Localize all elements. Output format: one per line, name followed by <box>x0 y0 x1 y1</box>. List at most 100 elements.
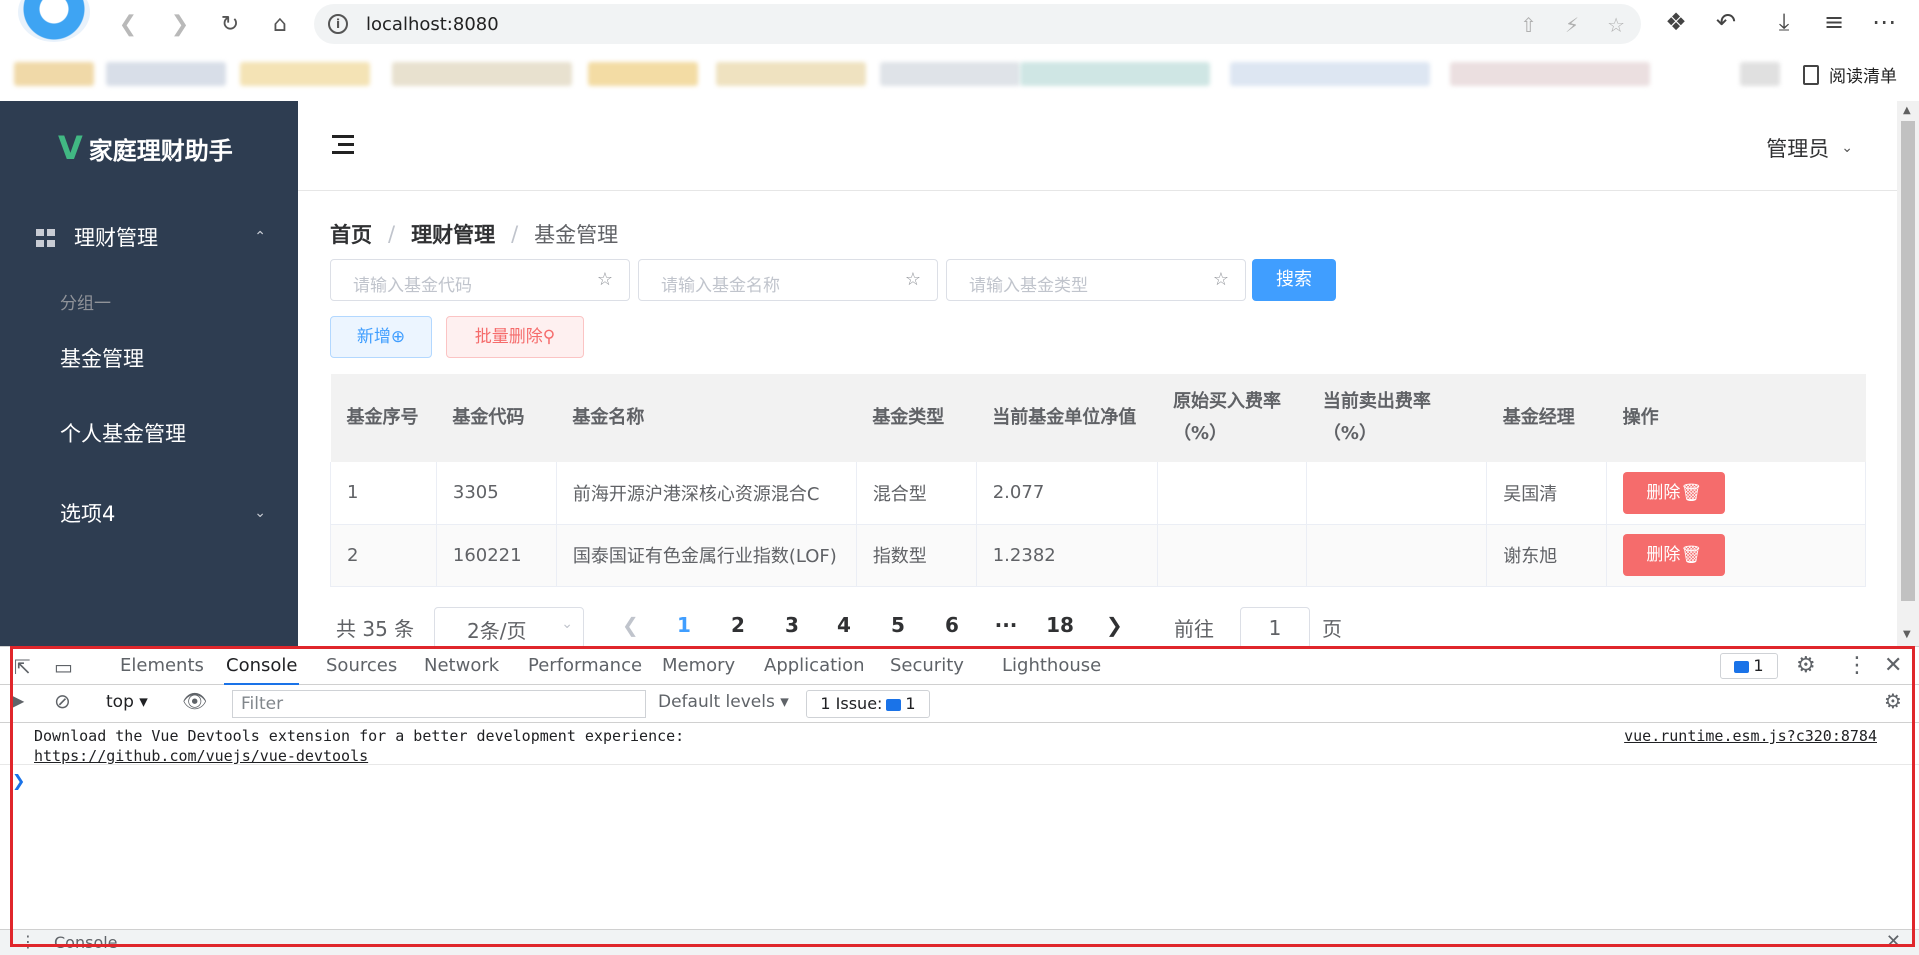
log-levels-select[interactable]: Default levels ▾ <box>658 692 789 712</box>
column-header[interactable]: 基金代码 <box>436 374 557 462</box>
back-icon[interactable]: ❮ <box>112 8 144 40</box>
context-select[interactable]: top ▾ <box>106 692 148 712</box>
search-button[interactable]: 搜索 <box>1252 259 1336 301</box>
inspect-element-icon[interactable]: ⇱ <box>14 655 31 679</box>
bookmark-blurred[interactable] <box>14 62 94 86</box>
tab-memory[interactable]: Memory <box>660 647 737 685</box>
clear-console-icon[interactable]: ⊘ <box>54 689 71 713</box>
bookmark-blurred[interactable] <box>392 62 572 86</box>
collapse-menu-icon[interactable] <box>332 135 354 155</box>
column-header[interactable]: 基金类型 <box>856 374 977 462</box>
bookmark-blurred[interactable] <box>880 62 1020 86</box>
reading-list[interactable]: 阅读清单 <box>1803 62 1897 87</box>
menu-finance-management[interactable]: 理财管理 ⌃ <box>0 207 298 267</box>
scroll-up-icon[interactable]: ▲ <box>1903 105 1911 116</box>
breadcrumb-finance[interactable]: 理财管理 <box>411 219 495 249</box>
fund-code-placeholder: 请输入基金代码 <box>353 276 472 296</box>
bookmark-blurred[interactable] <box>1740 62 1780 86</box>
forward-icon[interactable]: ❯ <box>164 8 196 40</box>
bookmark-blurred[interactable] <box>240 62 370 86</box>
console-prompt-icon[interactable]: ❯ <box>12 771 25 790</box>
bookmark-blurred[interactable] <box>106 62 226 86</box>
scrollbar-thumb[interactable] <box>1901 121 1915 601</box>
close-drawer-icon[interactable]: ✕ <box>1886 931 1901 952</box>
close-devtools-icon[interactable]: ✕ <box>1884 653 1902 678</box>
console-message-source[interactable]: vue.runtime.esm.js?c320:8784 <box>1624 727 1877 745</box>
sidebar-toggle-icon[interactable]: ▶ <box>12 691 24 710</box>
delete-button[interactable]: 删除🗑 <box>1623 534 1726 576</box>
issues-button[interactable]: 1 Issue: 1 <box>806 690 930 718</box>
pagination: 共 35 条 2条/页 ⌄ ❮ 1 2 3 4 5 6 ··· 18 ❯ 前往 … <box>336 607 1736 649</box>
console-filter-input[interactable]: Filter <box>232 690 646 718</box>
user-dropdown[interactable]: 管理员 ⌄ <box>1766 133 1853 163</box>
page-size-select[interactable]: 2条/页 ⌄ <box>434 607 584 649</box>
sidebar-item-personal-fund[interactable]: 个人基金管理 <box>0 403 298 463</box>
more-menu-icon[interactable]: ⋯ <box>1868 8 1900 36</box>
column-header[interactable]: 基金序号 <box>330 374 437 462</box>
goto-page-input[interactable]: 1 <box>1240 607 1310 649</box>
page-number[interactable]: 18 <box>1040 613 1080 637</box>
column-header[interactable]: 基金名称 <box>556 374 857 462</box>
page-number[interactable]: 6 <box>932 613 972 637</box>
drawer-label[interactable]: Console <box>54 933 118 952</box>
tab-performance[interactable]: Performance <box>526 647 644 685</box>
batch-delete-button[interactable]: 批量删除⚲ <box>446 316 584 358</box>
undo-icon[interactable]: ↶ <box>1710 8 1742 36</box>
vue-logo-icon: V <box>58 129 83 167</box>
download-icon[interactable]: ⤓ <box>1768 8 1800 36</box>
tab-elements[interactable]: Elements <box>118 647 206 685</box>
console-message-link[interactable]: https://github.com/vuejs/vue-devtools <box>34 747 368 765</box>
app-viewport: V 家庭理财助手 理财管理 ⌃ 分组一 基金管理 个人基金管理 选项4 ⌄ 管理… <box>0 101 1919 649</box>
share-icon[interactable]: ⇧ <box>1520 13 1537 37</box>
page-number[interactable]: 5 <box>878 613 918 637</box>
page-scrollbar[interactable]: ▲ ▼ <box>1897 101 1919 646</box>
breadcrumb-home[interactable]: 首页 <box>330 219 372 249</box>
favorite-star-icon[interactable]: ☆ <box>1607 13 1625 37</box>
column-header[interactable]: 原始买入费率（%） <box>1157 374 1307 462</box>
device-toolbar-icon[interactable]: ▭ <box>54 655 73 679</box>
fund-code-input[interactable]: 请输入基金代码 ☆ <box>330 259 630 301</box>
collections-icon[interactable]: ≡ <box>1818 8 1850 36</box>
page-number[interactable]: 1 <box>664 613 704 637</box>
fund-name-input[interactable]: 请输入基金名称 ☆ <box>638 259 938 301</box>
console-settings-icon[interactable]: ⚙ <box>1884 689 1902 713</box>
column-header[interactable]: 当前基金单位净值 <box>976 374 1158 462</box>
lightning-icon[interactable]: ⚡ <box>1565 13 1579 37</box>
extensions-icon[interactable]: ❖ <box>1660 8 1692 36</box>
reload-icon[interactable]: ↻ <box>214 8 246 40</box>
home-icon[interactable]: ⌂ <box>264 8 296 40</box>
address-bar[interactable]: i localhost:8080 ⇧ ⚡ ☆ <box>314 4 1641 44</box>
drawer-menu-icon[interactable]: ⋮ <box>20 932 36 951</box>
bookmark-blurred[interactable] <box>588 62 698 86</box>
tab-network[interactable]: Network <box>422 647 501 685</box>
page-number[interactable]: 2 <box>718 613 758 637</box>
page-number[interactable]: 4 <box>824 613 864 637</box>
scroll-down-icon[interactable]: ▼ <box>1903 629 1911 640</box>
page-number[interactable]: 3 <box>772 613 812 637</box>
eye-icon[interactable]: 👁 <box>182 689 207 713</box>
settings-gear-icon[interactable]: ⚙ <box>1796 653 1816 678</box>
devtools-more-icon[interactable]: ⋮ <box>1846 653 1868 678</box>
tab-security[interactable]: Security <box>888 647 966 685</box>
prev-page-icon[interactable]: ❮ <box>622 613 639 637</box>
next-page-icon[interactable]: ❯ <box>1106 613 1123 637</box>
fund-type-input[interactable]: 请输入基金类型 ☆ <box>946 259 1246 301</box>
sidebar-item-fund[interactable]: 基金管理 <box>0 328 298 388</box>
bookmark-blurred[interactable] <box>716 62 866 86</box>
tab-sources[interactable]: Sources <box>324 647 399 685</box>
tab-application[interactable]: Application <box>762 647 867 685</box>
page-ellipsis[interactable]: ··· <box>986 613 1026 637</box>
bookmark-blurred[interactable] <box>1450 62 1650 86</box>
tab-console[interactable]: Console <box>224 647 300 685</box>
bookmark-blurred[interactable] <box>1230 62 1430 86</box>
add-button[interactable]: 新增⊕ <box>330 316 432 358</box>
site-info-icon[interactable]: i <box>328 14 348 34</box>
sidebar-item-option4[interactable]: 选项4 ⌄ <box>0 483 298 543</box>
messages-badge[interactable]: 1 <box>1720 653 1778 679</box>
column-header[interactable]: 基金经理 <box>1486 374 1607 462</box>
column-header[interactable]: 当前卖出费率（%） <box>1306 374 1487 462</box>
table-row: 2 160221 国泰国证有色金属行业指数(LOF) 指数型 1.2382 谢东… <box>330 524 1866 587</box>
delete-button[interactable]: 删除🗑 <box>1623 471 1726 514</box>
bookmark-blurred[interactable] <box>1020 62 1210 86</box>
tab-lighthouse[interactable]: Lighthouse <box>1000 647 1103 685</box>
